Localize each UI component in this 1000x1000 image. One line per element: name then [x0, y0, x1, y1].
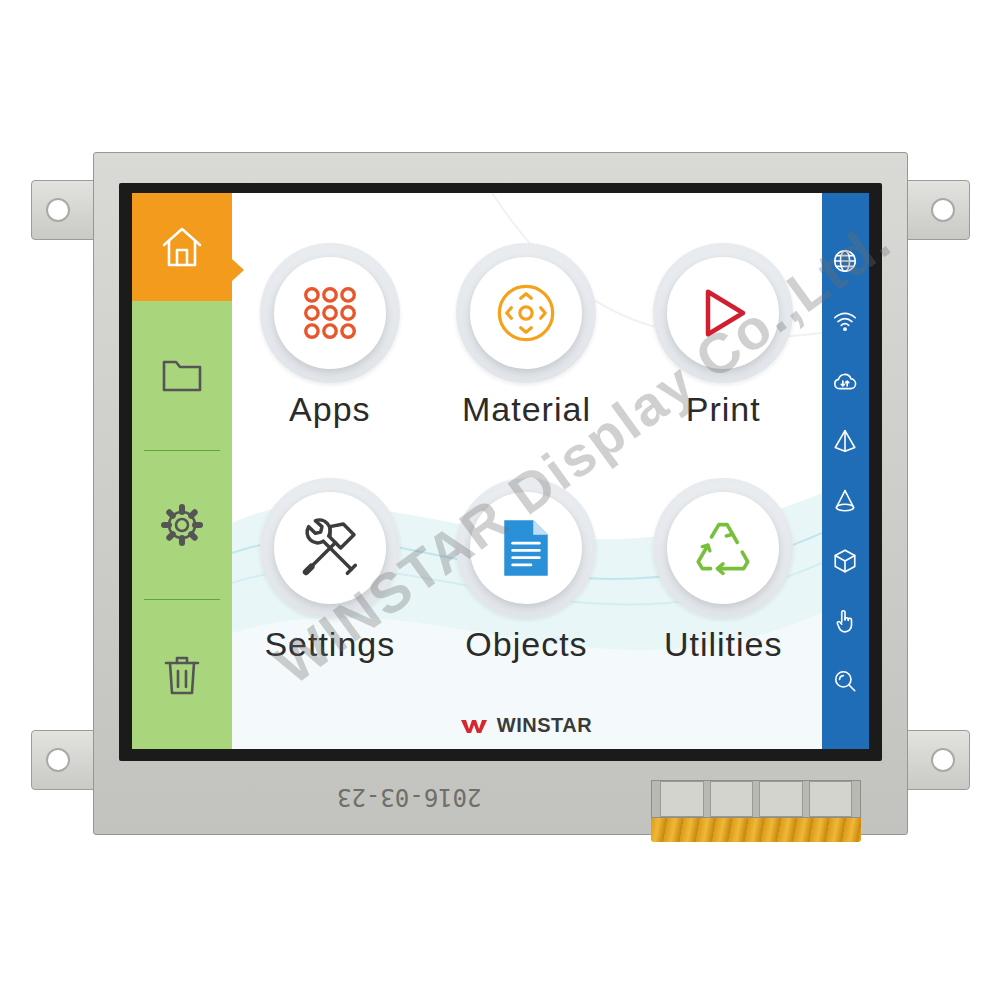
app-tile[interactable]: Utilities — [625, 478, 822, 665]
tile-ring — [653, 478, 793, 618]
app-tile[interactable]: Print — [625, 243, 822, 430]
app-grid: Apps Material Print Settings Objects Utilitie… — [232, 243, 822, 665]
display: Apps Material Print Settings Objects Utilitie… — [132, 193, 869, 749]
right-mounts — [908, 152, 970, 835]
sidebar-separator — [144, 450, 220, 451]
cable-pad — [809, 781, 853, 817]
sidebar-separator — [144, 599, 220, 600]
cable-pad — [710, 781, 754, 817]
search-icon — [832, 668, 858, 694]
cone-button[interactable] — [832, 488, 858, 514]
tile-ring — [653, 243, 793, 383]
document-icon — [497, 516, 555, 580]
app-tile[interactable]: Settings — [232, 478, 429, 665]
tile-disc — [274, 492, 386, 604]
mounting-hole — [931, 748, 955, 772]
direction-pad-icon — [494, 281, 558, 345]
recycle-icon — [690, 515, 756, 581]
mounting-hole — [931, 198, 955, 222]
cable-connector — [651, 780, 861, 818]
tile-ring — [260, 478, 400, 618]
apps-grid-icon — [299, 282, 361, 344]
main-panel: Apps Material Print Settings Objects Utilitie… — [232, 193, 822, 749]
tile-ring — [456, 478, 596, 618]
play-triangle-icon — [693, 283, 753, 343]
hammer-wrench-icon — [298, 516, 362, 580]
trash-item[interactable] — [132, 600, 232, 749]
brand-logo: WINSTAR — [461, 714, 592, 737]
cloud-button[interactable] — [832, 368, 858, 394]
wifi-button[interactable] — [832, 308, 858, 334]
home-icon — [158, 223, 206, 271]
tile-disc — [667, 257, 779, 369]
pyramid-button[interactable] — [832, 428, 858, 454]
cloud-icon — [832, 368, 858, 394]
tile-disc — [274, 257, 386, 369]
touch-button[interactable] — [832, 608, 858, 634]
tile-label: Utilities — [664, 624, 783, 665]
mounting-hole — [46, 748, 70, 772]
tool-bar — [822, 193, 869, 749]
flex-cable — [651, 780, 861, 842]
settings-item[interactable] — [132, 451, 232, 600]
tile-label: Material — [462, 389, 591, 430]
tile-disc — [470, 492, 582, 604]
cube-icon — [832, 548, 858, 574]
home-item[interactable] — [132, 193, 232, 301]
tile-disc — [667, 492, 779, 604]
hand-pointer-icon — [832, 608, 858, 634]
tile-label: Objects — [465, 624, 587, 665]
cable-pad — [759, 781, 803, 817]
search-button[interactable] — [832, 668, 858, 694]
app-tile[interactable]: Objects — [428, 478, 625, 665]
frame-bottom: 2016-03-23 — [119, 761, 880, 834]
cube-button[interactable] — [832, 548, 858, 574]
screen-bezel: Apps Material Print Settings Objects Utilitie… — [119, 183, 882, 761]
tile-label: Apps — [289, 389, 371, 430]
tile-label: Print — [686, 389, 761, 430]
trash-icon — [158, 651, 206, 699]
lcd-module: Apps Material Print Settings Objects Utilitie… — [31, 152, 970, 835]
tile-ring — [260, 243, 400, 383]
folder-icon — [158, 351, 206, 399]
pyramid-icon — [832, 428, 858, 454]
mounting-hole — [46, 198, 70, 222]
files-item[interactable] — [132, 301, 232, 450]
brand-name: WINSTAR — [497, 714, 592, 737]
product-photo: Apps Material Print Settings Objects Utilitie… — [0, 0, 1000, 1000]
tile-label: Settings — [264, 624, 395, 665]
sidebar — [132, 193, 232, 749]
winstar-logo-icon — [461, 718, 491, 734]
globe-button[interactable] — [832, 248, 858, 274]
left-mounts — [31, 152, 93, 835]
cable-pad — [660, 781, 704, 817]
app-tile[interactable]: Material — [428, 243, 625, 430]
globe-icon — [832, 248, 858, 274]
cable-tail — [651, 818, 861, 842]
metal-frame: Apps Material Print Settings Objects Utilitie… — [93, 152, 908, 835]
selection-pointer — [232, 259, 244, 281]
tile-disc — [470, 257, 582, 369]
gear-icon — [158, 501, 206, 549]
app-tile[interactable]: Apps — [232, 243, 429, 430]
date-stamp: 2016-03-23 — [337, 783, 482, 811]
cone-icon — [832, 488, 858, 514]
tile-ring — [456, 243, 596, 383]
wifi-icon — [832, 308, 858, 334]
